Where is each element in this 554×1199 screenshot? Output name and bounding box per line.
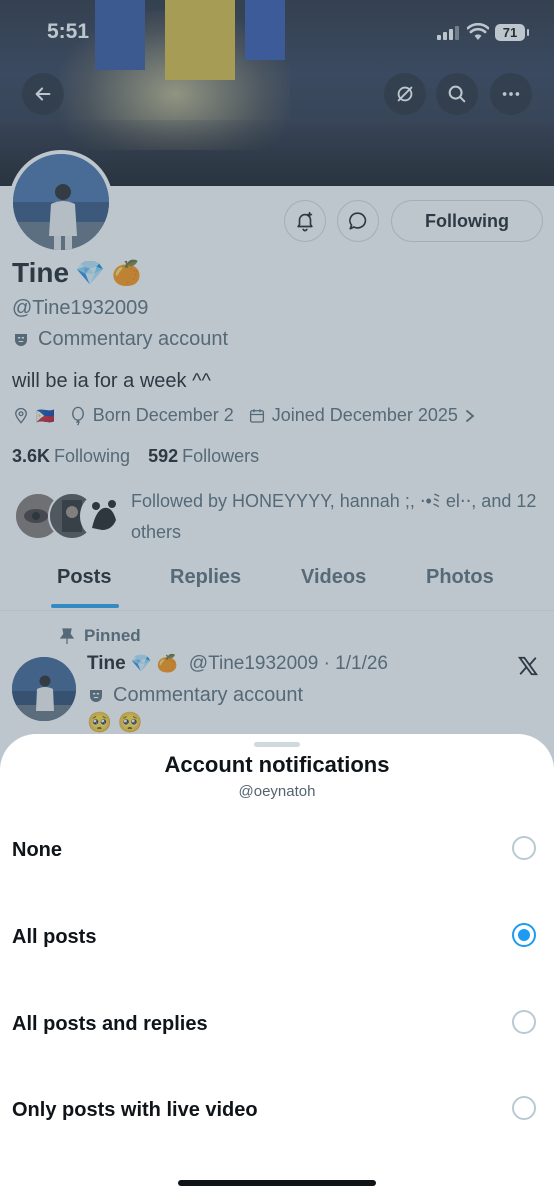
option-label: All posts and replies	[12, 1013, 208, 1035]
radio-live-video[interactable]	[512, 1096, 536, 1120]
home-indicator[interactable]	[178, 1180, 376, 1186]
option-live-video[interactable]: Only posts with live video	[0, 1070, 554, 1150]
option-label: Only posts with live video	[12, 1099, 258, 1121]
radio-none[interactable]	[512, 836, 536, 860]
option-all-posts[interactable]: All posts	[0, 897, 554, 977]
option-all-posts-and-replies[interactable]: All posts and replies	[0, 984, 554, 1064]
sheet-title: Account notifications	[164, 752, 390, 777]
profile-page: 5:51 71 Following Tine 💎 🍊 @Tine1932009 …	[0, 0, 554, 1199]
radio-all-posts[interactable]	[512, 923, 536, 947]
account-notifications-sheet: Account notifications @oeynatoh None All…	[0, 734, 554, 1199]
radio-all-posts-and-replies[interactable]	[512, 1010, 536, 1034]
option-label: None	[12, 839, 62, 861]
sheet-grabber[interactable]	[254, 742, 300, 747]
option-label: All posts	[12, 926, 97, 948]
sheet-subtitle: @oeynatoh	[238, 783, 316, 800]
option-none[interactable]: None	[0, 810, 554, 890]
